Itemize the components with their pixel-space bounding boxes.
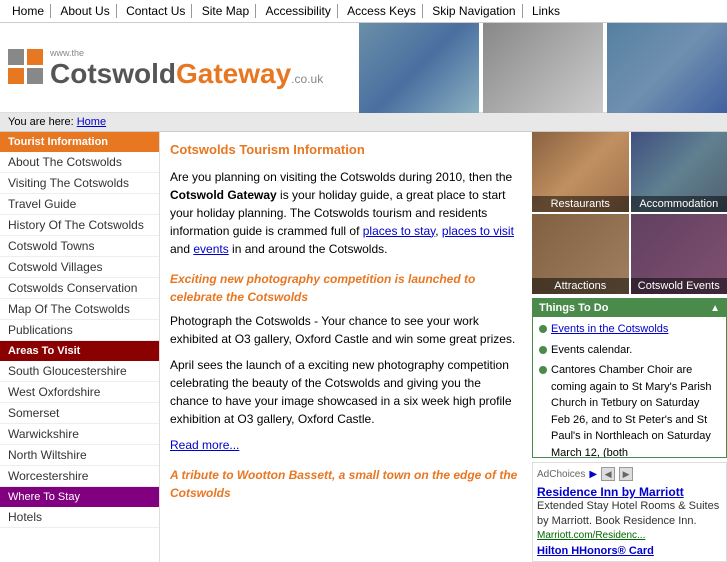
ad2-title[interactable]: Hilton HHonors® Card [537, 545, 722, 557]
todo-item-calendar: Events calendar. [539, 342, 720, 359]
photo-comp-para2: April sees the launch of a exciting new … [170, 356, 522, 428]
sidebar-item-north-wiltshire[interactable]: North Wiltshire [0, 445, 159, 466]
sidebar-item-warwickshire[interactable]: Warwickshire [0, 424, 159, 445]
sidebar-item-worcestershire[interactable]: Worcestershire [0, 466, 159, 487]
todo-cantores-text: Cantores Chamber Choir are coming again … [551, 362, 720, 457]
todo-dot-1 [539, 325, 547, 333]
sidebar-areas-to-visit-header: Areas To Visit [0, 341, 159, 361]
logo-square-orange-bl [8, 68, 24, 84]
sidebar-item-conservation[interactable]: Cotswolds Conservation [0, 278, 159, 299]
sidebar-item-hotels[interactable]: Hotels [0, 507, 159, 528]
nav-accessibility[interactable]: Accessibility [259, 4, 337, 18]
logo-square-gray-tl [8, 49, 24, 65]
things-to-do-body: Events in the Cotswolds Events calendar.… [533, 317, 726, 457]
breadcrumb-label: You are here: [8, 116, 74, 128]
nav-accesskeys[interactable]: Access Keys [341, 4, 423, 18]
todo-calendar-text: Events calendar. [551, 342, 632, 359]
photo-restaurants[interactable]: Restaurants [532, 132, 629, 212]
sidebar-item-map[interactable]: Map Of The Cotswolds [0, 299, 159, 320]
sidebar-item-towns[interactable]: Cotswold Towns [0, 236, 159, 257]
logo-cotswold: Cotswold [50, 58, 176, 89]
scroll-indicator: ▲ [710, 303, 720, 314]
logo-www-the: www.the [50, 48, 84, 58]
breadcrumb-home[interactable]: Home [77, 116, 106, 128]
sidebar-item-west-oxfordshire[interactable]: West Oxfordshire [0, 382, 159, 403]
photo-comp-heading: Exciting new photography competition is … [170, 270, 522, 306]
photo-attractions-label: Attractions [532, 278, 629, 294]
nav-skipnav[interactable]: Skip Navigation [426, 4, 522, 18]
right-column: Restaurants Accommodation Attractions Co… [532, 132, 727, 562]
sidebar-item-about[interactable]: About The Cotswolds [0, 152, 159, 173]
things-to-do-box: Things To Do ▲ Events in the Cotswolds E… [532, 298, 727, 458]
ad-next-button[interactable]: ▶ [619, 467, 633, 481]
things-to-do-header: Things To Do ▲ [533, 299, 726, 317]
sidebar-where-to-stay-header: Where To Stay [0, 487, 159, 507]
ad-prev-button[interactable]: ◀ [601, 467, 615, 481]
logo-gateway: Gateway [176, 58, 291, 89]
todo-events-text: Events in the Cotswolds [551, 321, 668, 338]
main-title: Cotswolds Tourism Information [170, 140, 522, 160]
main-intro-para: Are you planning on visiting the Cotswol… [170, 168, 522, 258]
header-image-3 [607, 23, 727, 113]
logo-square-orange-tr [27, 49, 43, 65]
photo-accommodation-label: Accommodation [631, 196, 727, 212]
photo-events-label: Cotswold Events [631, 278, 727, 294]
things-to-do-title: Things To Do [539, 302, 608, 314]
logo-name: CotswoldGateway.co.uk [50, 59, 323, 90]
events-link[interactable]: events [193, 242, 228, 256]
todo-dot-2 [539, 346, 547, 354]
places-to-stay-link[interactable]: places to stay [363, 224, 435, 238]
sidebar-item-somerset[interactable]: Somerset [0, 403, 159, 424]
intro-text-3: in and around the Cotswolds. [229, 242, 388, 256]
photo-restaurants-label: Restaurants [532, 196, 629, 212]
nav-sitemap[interactable]: Site Map [196, 4, 256, 18]
ad-header: AdChoices ▶ ◀ ▶ [537, 467, 722, 481]
photo-grid: Restaurants Accommodation Attractions Co… [532, 132, 727, 294]
ad-choices-label: AdChoices [537, 469, 585, 480]
site-header: www.the CotswoldGateway.co.uk [0, 23, 727, 113]
todo-dot-3 [539, 366, 547, 374]
header-image-1 [359, 23, 479, 113]
logo-squares [8, 49, 44, 85]
logo-square-gray-br [27, 68, 43, 84]
sidebar-item-visiting[interactable]: Visiting The Cotswolds [0, 173, 159, 194]
logo-text: www.the CotswoldGateway.co.uk [50, 46, 323, 90]
sidebar-item-south-gloucestershire[interactable]: South Gloucestershire [0, 361, 159, 382]
ad1-link[interactable]: Marriott.com/Residenc... [537, 530, 722, 541]
nav-about[interactable]: About Us [54, 4, 116, 18]
photo-accommodation[interactable]: Accommodation [631, 132, 727, 212]
read-more-link[interactable]: Read more... [170, 438, 239, 452]
sidebar-item-villages[interactable]: Cotswold Villages [0, 257, 159, 278]
header-images [359, 23, 727, 113]
photo-events[interactable]: Cotswold Events [631, 214, 727, 294]
places-to-visit-link[interactable]: places to visit [442, 224, 514, 238]
ad1-body: Extended Stay Hotel Rooms & Suites by Ma… [537, 499, 722, 530]
top-navigation: Home About Us Contact Us Site Map Access… [0, 0, 727, 23]
ad-section: AdChoices ▶ ◀ ▶ Residence Inn by Marriot… [532, 462, 727, 562]
photo-attractions[interactable]: Attractions [532, 214, 629, 294]
ad1-title[interactable]: Residence Inn by Marriott [537, 485, 722, 499]
todo-item-events: Events in the Cotswolds [539, 321, 720, 338]
photo-comp-para1: Photograph the Cotswolds - Your chance t… [170, 312, 522, 348]
brand-name: Cotswold Gateway [170, 188, 277, 202]
events-cotswolds-link[interactable]: Events in the Cotswolds [551, 323, 668, 335]
main-content: Cotswolds Tourism Information Are you pl… [160, 132, 532, 562]
sidebar-item-travel[interactable]: Travel Guide [0, 194, 159, 215]
nav-contact[interactable]: Contact Us [120, 4, 192, 18]
todo-item-cantores: Cantores Chamber Choir are coming again … [539, 362, 720, 457]
logo-couk: .co.uk [291, 72, 323, 86]
nav-links[interactable]: Links [526, 4, 566, 18]
sidebar: Tourist Information About The Cotswolds … [0, 132, 160, 562]
sidebar-tourist-info-header: Tourist Information [0, 132, 159, 152]
wootton-bassett-heading: A tribute to Wootton Bassett, a small to… [170, 466, 522, 502]
breadcrumb: You are here: Home [0, 113, 727, 132]
nav-home[interactable]: Home [6, 4, 51, 18]
intro-text-1: Are you planning on visiting the Cotswol… [170, 170, 512, 184]
sidebar-item-publications[interactable]: Publications [0, 320, 159, 341]
main-layout: Tourist Information About The Cotswolds … [0, 132, 727, 562]
sidebar-item-history[interactable]: History Of The Cotswolds [0, 215, 159, 236]
ad-info-icon[interactable]: ▶ [589, 469, 597, 480]
header-image-2 [483, 23, 603, 113]
